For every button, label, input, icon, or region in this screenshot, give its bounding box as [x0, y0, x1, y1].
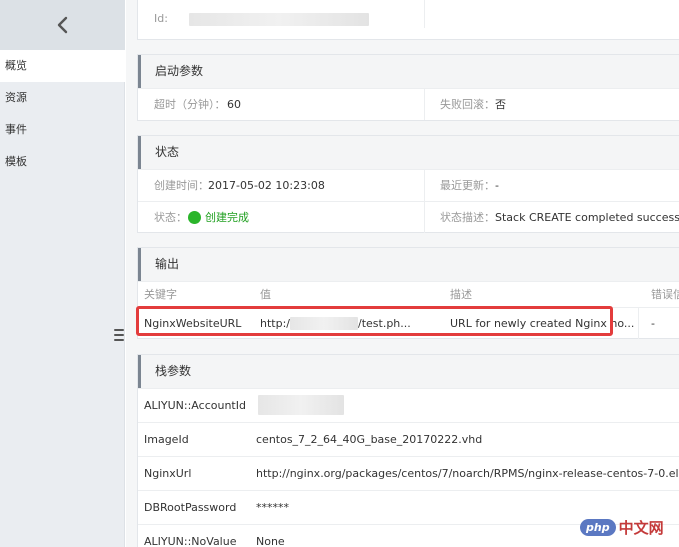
param-value: ******: [256, 501, 289, 514]
id-label: Id:: [154, 12, 168, 25]
col-value: 值: [260, 288, 271, 301]
param-key: ALIYUN::NoValue: [144, 535, 237, 547]
stack-params-title: 栈参数: [138, 355, 679, 388]
table-row: ImageId centos_7_2_64_40G_base_20170222.…: [138, 422, 679, 456]
outputs-title: 输出: [138, 248, 679, 281]
chevron-left-icon: [57, 16, 67, 34]
updated-value: -: [495, 179, 499, 192]
param-key: ALIYUN::AccountId: [144, 399, 246, 412]
col-key: 关键字: [144, 288, 177, 301]
status-title: 状态: [138, 136, 679, 169]
param-value: None: [256, 535, 285, 547]
created-value: 2017-05-02 10:23:08: [208, 179, 325, 192]
param-value: centos_7_2_64_40G_base_20170222.vhd: [256, 433, 483, 446]
param-key: ImageId: [144, 433, 189, 446]
timeout-label: 超时（分钟）：: [154, 98, 226, 111]
table-row: ALIYUN::AccountId: [138, 388, 679, 422]
launch-params-title: 启动参数: [138, 55, 679, 88]
sidebar-item-events[interactable]: 事件: [0, 114, 125, 146]
param-key: DBRootPassword: [144, 501, 237, 514]
created-label: 创建时间：: [154, 179, 209, 192]
check-circle-icon: [188, 211, 201, 224]
sidebar-item-resources[interactable]: 资源: [0, 82, 125, 114]
back-button[interactable]: [0, 0, 125, 50]
param-value: http://nginx.org/packages/centos/7/noarc…: [256, 467, 679, 480]
output-error: -: [651, 317, 655, 330]
desc-label: 状态描述：: [440, 211, 495, 224]
main-content: Id: 启动参数 超时（分钟）： 60 失败回滚： 否 状态 创建时间： 201…: [126, 0, 679, 547]
watermark-badge: php: [580, 518, 616, 536]
status-value: 创建完成: [205, 211, 249, 224]
outputs-table-header: 关键字 值 描述 错误信: [138, 281, 679, 307]
id-value-redacted: [189, 13, 369, 26]
timeout-value: 60: [227, 98, 241, 111]
basic-info-panel: Id:: [137, 0, 679, 40]
sidebar-item-overview[interactable]: 概览: [0, 50, 125, 82]
desc-value: Stack CREATE completed successfully: [495, 211, 679, 224]
table-row: NginxUrl http://nginx.org/packages/cento…: [138, 456, 679, 490]
watermark-logo: php 中文网: [580, 512, 664, 542]
sidebar-item-template[interactable]: 模板: [0, 146, 125, 178]
sidebar-collapse-icon[interactable]: [112, 326, 126, 344]
param-value-redacted: [258, 395, 344, 415]
watermark-text: 中文网: [618, 518, 664, 537]
status-label: 状态：: [154, 211, 187, 224]
param-key: NginxUrl: [144, 467, 192, 480]
status-badge: 创建完成: [188, 202, 249, 233]
highlight-box: [136, 306, 613, 336]
col-error: 错误信: [651, 288, 679, 301]
rollback-label: 失败回滚：: [440, 98, 495, 111]
updated-label: 最近更新：: [440, 179, 495, 192]
rollback-value: 否: [495, 98, 506, 111]
sidebar: 概览 资源 事件 模板: [0, 0, 125, 547]
launch-params-panel: 启动参数 超时（分钟）： 60 失败回滚： 否: [137, 54, 679, 121]
status-panel: 状态 创建时间： 2017-05-02 10:23:08 最近更新： - 状态：…: [137, 135, 679, 233]
col-desc: 描述: [450, 288, 472, 301]
